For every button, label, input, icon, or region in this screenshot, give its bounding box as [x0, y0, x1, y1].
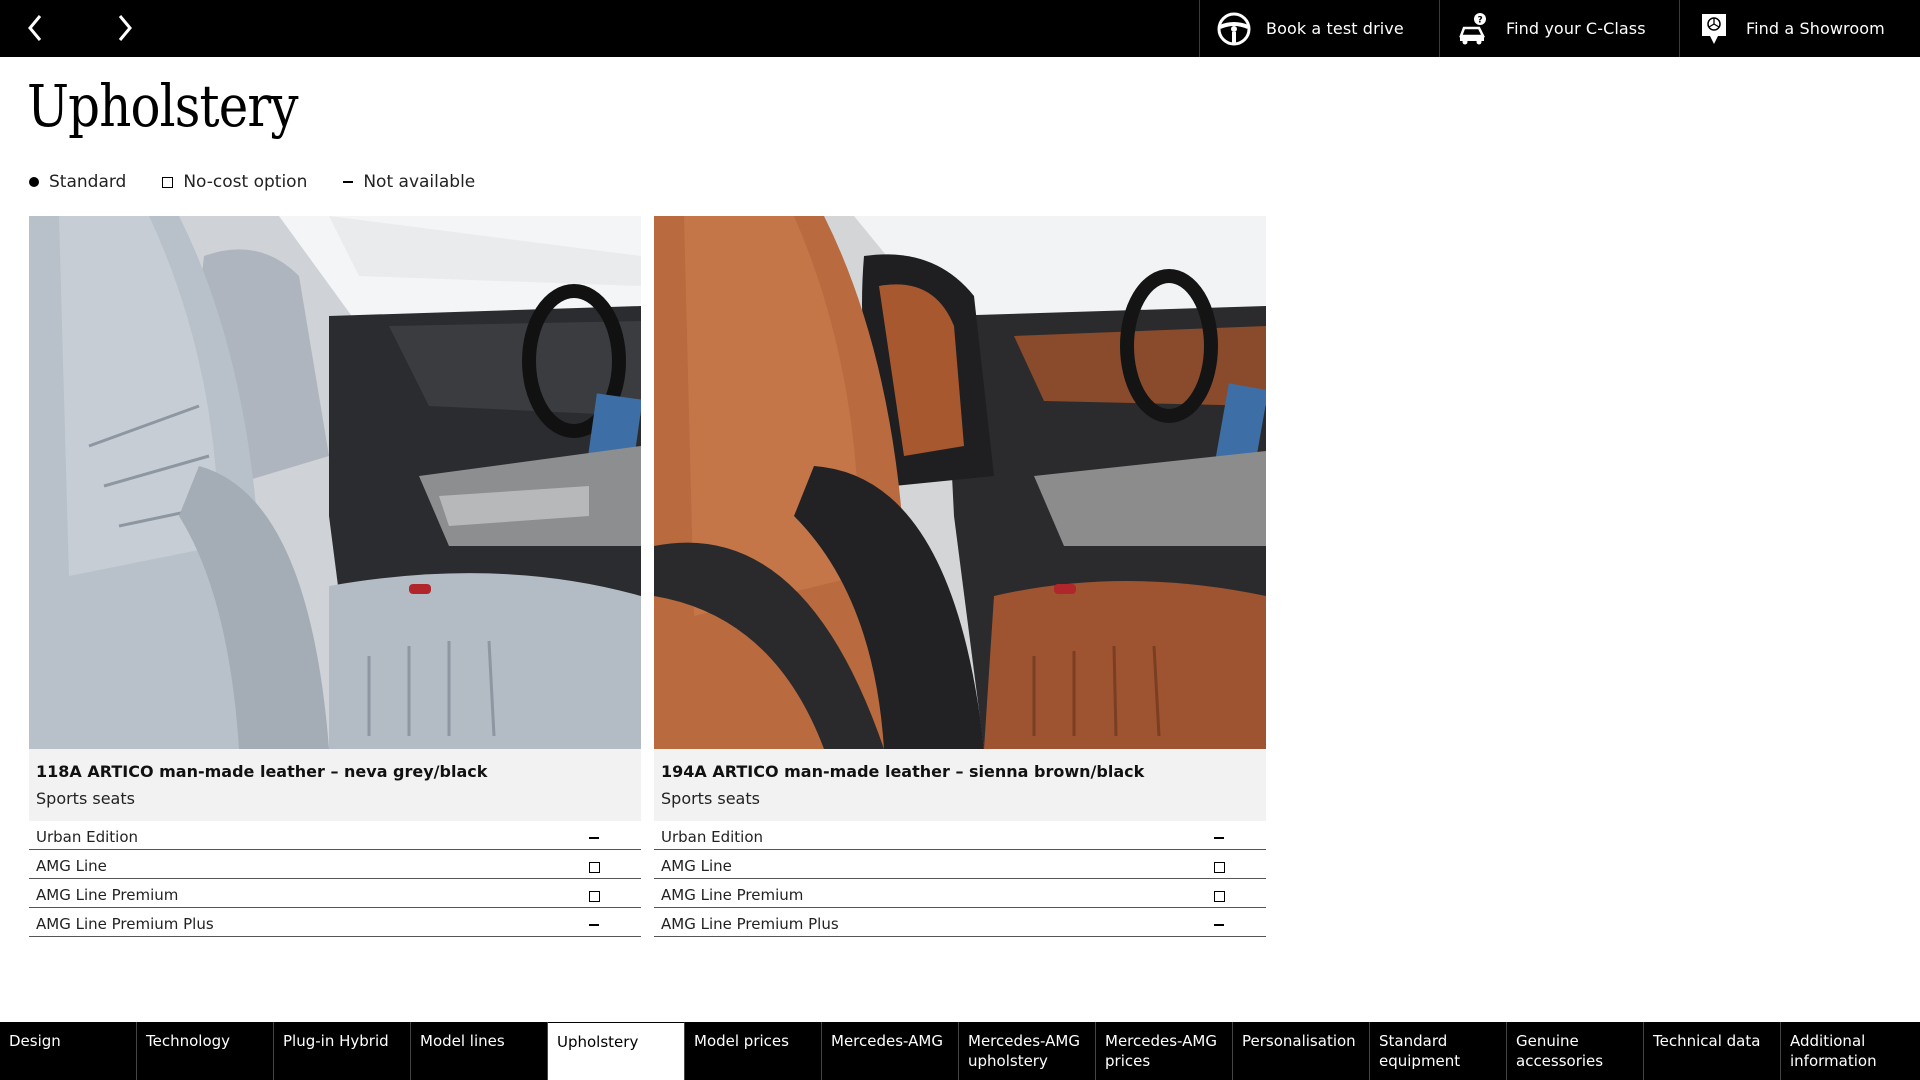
no-cost-square-icon	[1213, 861, 1225, 873]
availability-row: AMG Line Premium	[654, 879, 1266, 908]
legend-no-cost-label: No-cost option	[183, 172, 308, 192]
legend-standard-label: Standard	[49, 172, 127, 192]
tab-genuine-accessories[interactable]: Genuine accessories	[1507, 1022, 1644, 1080]
not-available-dash-icon	[589, 924, 599, 926]
availability-mark	[582, 888, 606, 904]
legend-standard: Standard	[29, 172, 126, 192]
not-available-dash-icon	[1214, 924, 1224, 926]
car-search-icon: ?	[1456, 11, 1492, 47]
tab-model-lines[interactable]: Model lines	[411, 1022, 548, 1080]
legend: Standard No-cost option Not available	[29, 170, 511, 194]
availability-row: AMG Line	[654, 850, 1266, 879]
tab-mercedes-amg-prices[interactable]: Mercedes-AMG prices	[1096, 1022, 1233, 1080]
legend-no-cost: No-cost option	[162, 172, 307, 192]
model-line-label: Urban Edition	[661, 828, 764, 846]
tab-design[interactable]: Design	[0, 1022, 137, 1080]
availability-row: AMG Line Premium Plus	[29, 908, 641, 937]
model-line-label: AMG Line	[661, 857, 732, 875]
no-cost-square-icon	[1213, 890, 1225, 902]
not-available-dash-icon	[1214, 837, 1224, 839]
upholstery-photo-grey	[29, 216, 641, 749]
not-available-dash-icon	[589, 837, 599, 839]
find-showroom-button[interactable]: Find a Showroom	[1679, 0, 1920, 57]
upholstery-caption: 194A ARTICO man-made leather – sienna br…	[654, 749, 1266, 821]
availability-row: Urban Edition	[29, 821, 641, 850]
upholstery-card-194a: 194A ARTICO man-made leather – sienna br…	[654, 216, 1266, 937]
find-showroom-label: Find a Showroom	[1746, 19, 1885, 38]
model-line-label: AMG Line Premium	[661, 886, 804, 904]
top-bar: Book a test drive ? Find your C-Class Fi…	[0, 0, 1920, 57]
no-cost-square-icon	[588, 861, 600, 873]
tab-upholstery[interactable]: Upholstery	[548, 1022, 685, 1080]
chevron-left-icon[interactable]	[18, 10, 54, 46]
upholstery-seat-type: Sports seats	[36, 789, 135, 808]
svg-text:?: ?	[1478, 15, 1483, 25]
book-test-drive-button[interactable]: Book a test drive	[1199, 0, 1439, 57]
legend-not-available-label: Not available	[363, 172, 476, 192]
availability-mark	[582, 830, 606, 846]
model-line-label: AMG Line Premium Plus	[661, 915, 839, 933]
standard-dot-icon	[29, 177, 39, 187]
tab-additional-information[interactable]: Additional information	[1781, 1022, 1917, 1080]
tab-personalisation[interactable]: Personalisation	[1233, 1022, 1370, 1080]
tab-model-prices[interactable]: Model prices	[685, 1022, 822, 1080]
find-c-class-button[interactable]: ? Find your C-Class	[1439, 0, 1679, 57]
availability-mark	[582, 859, 606, 875]
bottom-navigation: Design Technology Plug-in Hybrid Model l…	[0, 1022, 1920, 1080]
availability-mark	[1207, 888, 1231, 904]
location-pin-icon	[1696, 11, 1732, 47]
model-line-label: AMG Line Premium	[36, 886, 179, 904]
tab-standard-equipment[interactable]: Standard equipment	[1370, 1022, 1507, 1080]
find-c-class-label: Find your C-Class	[1506, 19, 1646, 38]
book-test-drive-label: Book a test drive	[1266, 19, 1404, 38]
no-cost-square-icon	[162, 176, 174, 188]
availability-mark	[582, 917, 606, 933]
model-line-label: Urban Edition	[36, 828, 139, 846]
upholstery-code-name: 118A ARTICO man-made leather – neva grey…	[36, 762, 488, 781]
availability-row: AMG Line Premium Plus	[654, 908, 1266, 937]
availability-mark	[1207, 830, 1231, 846]
upholstery-seat-type: Sports seats	[661, 789, 760, 808]
availability-mark	[1207, 859, 1231, 875]
tab-plug-in-hybrid[interactable]: Plug-in Hybrid	[274, 1022, 411, 1080]
upholstery-caption: 118A ARTICO man-made leather – neva grey…	[29, 749, 641, 821]
availability-row: Urban Edition	[654, 821, 1266, 850]
not-available-dash-icon	[343, 181, 354, 183]
no-cost-square-icon	[588, 890, 600, 902]
page-title: Upholstery	[27, 72, 299, 140]
tab-mercedes-amg-upholstery[interactable]: Mercedes-AMG upholstery	[959, 1022, 1096, 1080]
model-line-label: AMG Line	[36, 857, 107, 875]
upholstery-photo-brown	[654, 216, 1266, 749]
steering-wheel-icon	[1216, 11, 1252, 47]
tab-mercedes-amg[interactable]: Mercedes-AMG	[822, 1022, 959, 1080]
availability-row: AMG Line	[29, 850, 641, 879]
availability-mark	[1207, 917, 1231, 933]
chevron-right-icon[interactable]	[106, 10, 142, 46]
tab-technology[interactable]: Technology	[137, 1022, 274, 1080]
legend-not-available: Not available	[343, 172, 475, 192]
upholstery-card-118a: 118A ARTICO man-made leather – neva grey…	[29, 216, 641, 937]
availability-row: AMG Line Premium	[29, 879, 641, 908]
tab-technical-data[interactable]: Technical data	[1644, 1022, 1781, 1080]
model-line-label: AMG Line Premium Plus	[36, 915, 214, 933]
upholstery-code-name: 194A ARTICO man-made leather – sienna br…	[661, 762, 1145, 781]
